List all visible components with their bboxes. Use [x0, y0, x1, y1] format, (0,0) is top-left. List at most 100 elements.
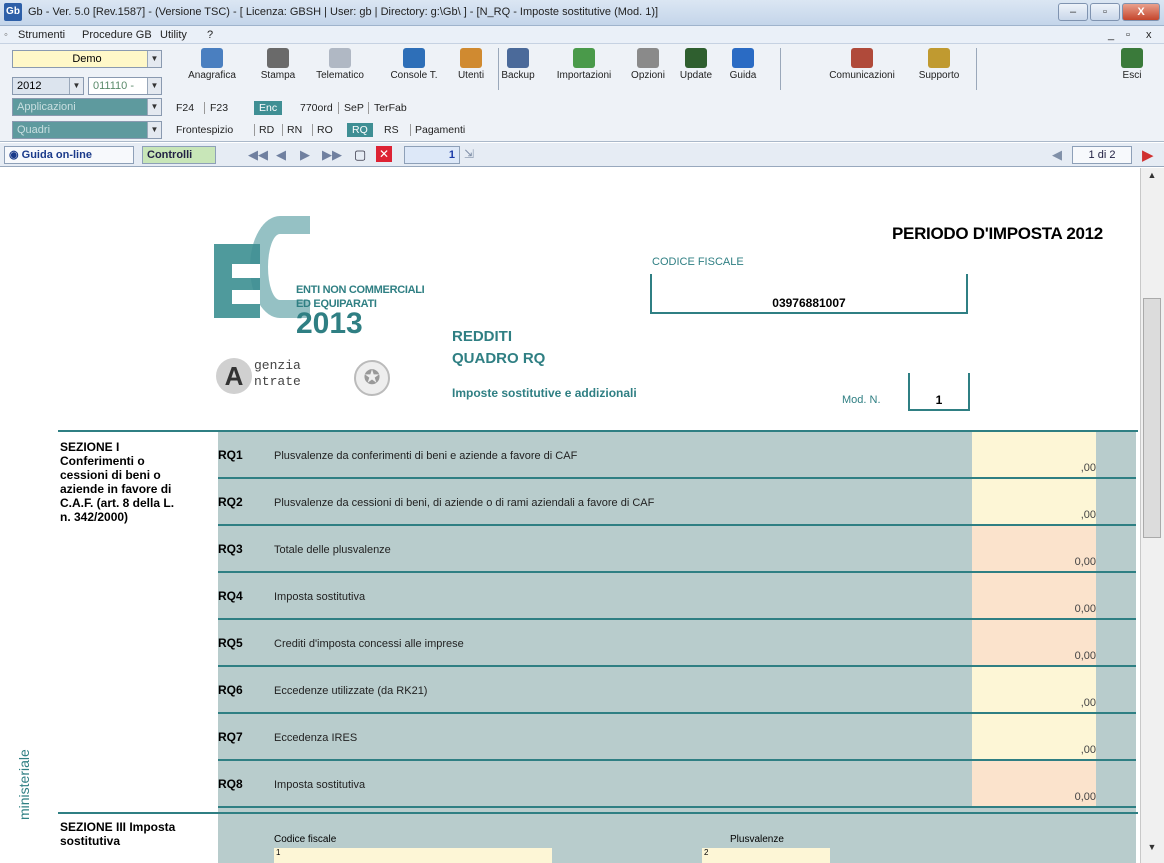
agenzia-text-1: genzia — [254, 358, 301, 373]
company-select[interactable]: Demo ▼ — [12, 50, 162, 68]
row-description: Plusvalenze da conferimenti di beni e az… — [274, 450, 578, 462]
next-page-icon[interactable]: ▶ — [300, 147, 310, 163]
delete-page-icon[interactable]: ✕ — [376, 146, 392, 162]
toolbar-button-label: Guida — [729, 70, 757, 81]
tab-f23[interactable]: F23 — [204, 102, 228, 114]
tab-770ord[interactable]: 770ord — [300, 102, 333, 114]
tab-frontespizio[interactable]: Frontespizio — [176, 124, 233, 136]
row-code: RQ4 — [218, 589, 243, 603]
table-row: RQ2 Plusvalenze da cessioni di beni, di a… — [4, 479, 1140, 526]
tab-rn[interactable]: RN — [282, 124, 302, 136]
row-description: Imposta sostitutiva — [274, 779, 366, 791]
row-code: RQ6 — [218, 683, 243, 697]
emblem-icon: ✪ — [354, 360, 390, 396]
toolbar-button-label: Supporto — [918, 70, 960, 81]
menu-utility[interactable]: Utility — [160, 29, 187, 41]
codice-fiscale-box[interactable]: 03976881007 — [650, 274, 968, 314]
maximize-button[interactable]: ▫ — [1090, 3, 1120, 21]
toolbar-button-label: Console T. — [390, 70, 438, 81]
minimize-button[interactable]: – — [1058, 3, 1088, 21]
menu-procedure-gb[interactable]: Procedure GB — [82, 29, 152, 41]
stampa-button[interactable]: Stampa — [256, 48, 300, 90]
guida-button[interactable]: Guida — [724, 48, 762, 90]
globe-icon: ◉ — [9, 149, 22, 161]
toolbar-button-label: Importazioni — [556, 70, 612, 81]
applicazioni-value: Applicazioni — [17, 101, 76, 113]
agenzia-logo-icon: A — [216, 358, 252, 394]
console-t-button[interactable]: Console T. — [382, 48, 446, 90]
page-number-input[interactable]: 1 — [404, 146, 460, 164]
utenti-button[interactable]: Utenti — [452, 48, 490, 90]
chevron-down-icon: ▼ — [69, 78, 83, 94]
esci-button[interactable]: Esci — [1112, 48, 1152, 90]
amount-value: ,00 — [1080, 697, 1096, 709]
vertical-scrollbar[interactable]: ▲ ▼ — [1140, 168, 1164, 863]
row-code: RQ3 — [218, 542, 243, 556]
codice-fiscale-value: 03976881007 — [772, 296, 846, 310]
toolbar-button-label: Comunicazioni — [829, 70, 895, 81]
menu-strumenti[interactable]: Strumenti — [18, 29, 65, 41]
applicazioni-select[interactable]: Applicazioni ▼ — [12, 98, 162, 116]
opzioni-button[interactable]: Opzioni — [626, 48, 670, 90]
table-row: RQ7 Eccedenza IRES ,00 — [4, 714, 1140, 761]
close-button[interactable]: X — [1122, 3, 1160, 21]
mod-n-box[interactable]: 1 — [908, 373, 970, 411]
backup-button[interactable]: Backup — [498, 48, 538, 90]
console-icon — [403, 48, 425, 68]
prev-page-icon[interactable]: ◀ — [276, 147, 286, 163]
prev-module-icon[interactable]: ◀ — [1052, 147, 1062, 163]
guida-online-label: Guida on-line — [21, 149, 92, 161]
tab-terfab[interactable]: TerFab — [368, 102, 407, 114]
doc-minimize-button[interactable]: _ — [1108, 29, 1114, 41]
anagrafica-button[interactable]: Anagrafica — [186, 48, 238, 90]
amount-value: 0,00 — [1074, 650, 1096, 662]
toolbar-button-label: Stampa — [260, 70, 296, 81]
sec3-plusvalenze-input[interactable]: 2 — [702, 848, 830, 863]
supporto-button[interactable]: Supporto — [910, 48, 968, 90]
next-module-icon[interactable]: ▶ — [1142, 146, 1154, 164]
tab-rs[interactable]: RS — [384, 124, 399, 136]
row-description: Eccedenza IRES — [274, 732, 358, 744]
app-icon: Gb — [4, 3, 22, 21]
chevron-down-icon: ▼ — [147, 51, 161, 67]
row-description: Eccedenze utilizzate (da RK21) — [274, 685, 428, 697]
sec3-codice-fiscale-input[interactable]: 1 — [274, 848, 552, 863]
quadro-label: QUADRO RQ — [452, 350, 546, 367]
last-page-icon[interactable]: ▶▶ — [322, 147, 342, 163]
address-book-icon — [201, 48, 223, 68]
doc-close-button[interactable]: x — [1146, 29, 1152, 41]
menu-bar: ◦ Strumenti Procedure GB Utility ? _ ▫ x — [0, 26, 1164, 44]
tab-f24[interactable]: F24 — [176, 102, 194, 114]
year-select[interactable]: 2012 ▼ — [12, 77, 84, 95]
mod-n-label: Mod. N. — [842, 394, 881, 406]
tab-ro[interactable]: RO — [312, 124, 333, 136]
tab-rd[interactable]: RD — [254, 124, 274, 136]
importazioni-button[interactable]: Importazioni — [546, 48, 622, 90]
first-page-icon[interactable]: ◀◀ — [248, 147, 268, 163]
doc-restore-button[interactable]: ▫ — [1126, 29, 1130, 41]
tab-pagamenti[interactable]: Pagamenti — [410, 124, 465, 136]
tab-rq[interactable]: RQ — [347, 123, 373, 137]
table-row: RQ8 Imposta sostitutiva 0,00 — [4, 761, 1140, 808]
new-page-icon[interactable]: ▢ — [354, 147, 366, 163]
redditi-label: REDDITI — [452, 328, 512, 345]
menu-help[interactable]: ? — [207, 29, 213, 41]
table-row: RQ4 Imposta sostitutiva 0,00 — [4, 573, 1140, 620]
scroll-thumb[interactable] — [1143, 298, 1161, 538]
logo-year: 2013 — [296, 307, 363, 340]
scroll-up-icon[interactable]: ▲ — [1143, 170, 1161, 186]
controlli-button[interactable]: Controlli — [142, 146, 216, 164]
guida-online-button[interactable]: ◉ Guida on-line — [4, 146, 134, 164]
tab-sep[interactable]: SeP — [338, 102, 364, 114]
row-code: RQ2 — [218, 495, 243, 509]
goto-page-icon[interactable]: ⇲ — [464, 147, 474, 161]
scroll-down-icon[interactable]: ▼ — [1143, 842, 1161, 858]
tab-enc[interactable]: Enc — [254, 101, 283, 115]
amount-value: ,00 — [1080, 744, 1096, 756]
comunicazioni-button[interactable]: Comunicazioni — [820, 48, 904, 90]
telematico-button[interactable]: Telematico — [312, 48, 368, 90]
amount-value: ,00 — [1080, 509, 1096, 521]
update-button[interactable]: Update — [674, 48, 718, 90]
code-select[interactable]: 011110 - ▼ — [88, 77, 162, 95]
quadri-select[interactable]: Quadri ▼ — [12, 121, 162, 139]
